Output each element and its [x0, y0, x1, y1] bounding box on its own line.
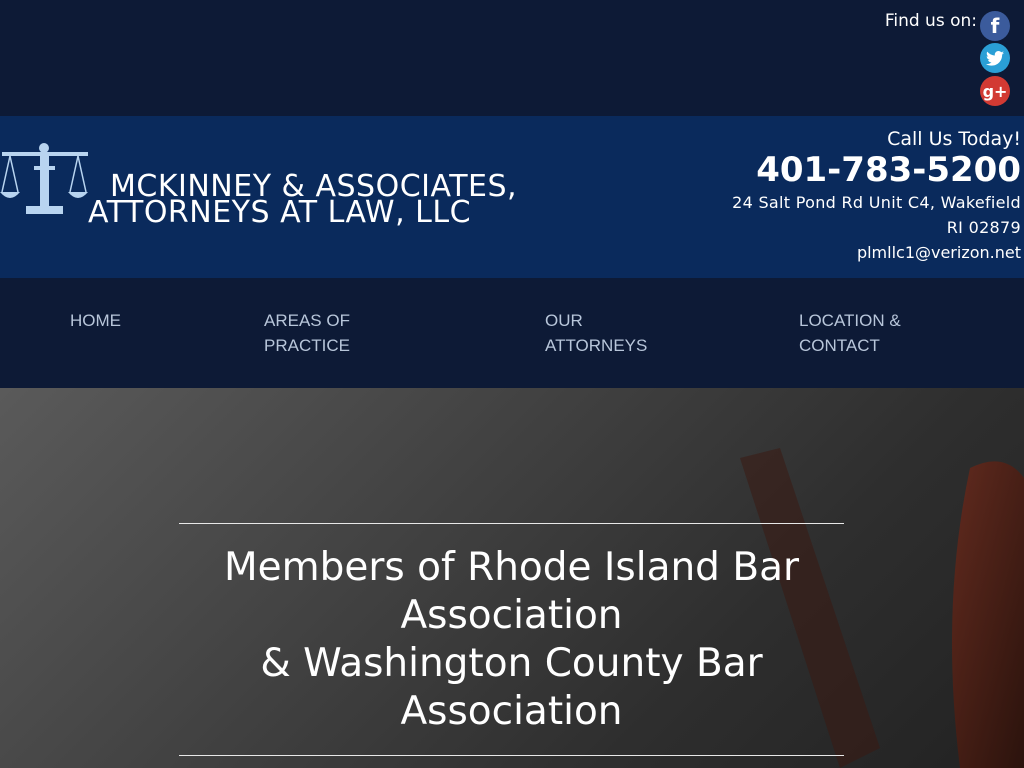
facebook-icon[interactable]: f — [980, 11, 1010, 41]
divider-top — [179, 523, 844, 524]
google-plus-icon[interactable]: g+ — [980, 76, 1010, 106]
divider-bottom — [179, 755, 844, 756]
address-line1: 24 Salt Pond Rd Unit C4, Wakefield — [732, 193, 1021, 212]
phone-number[interactable]: 401-783-5200 — [732, 150, 1021, 190]
hero-tagline-line3: & Washington County Bar — [260, 641, 763, 686]
nav-attorneys-label-line2: ATTORNEYS — [545, 336, 648, 355]
firm-name[interactable]: MCKINNEY & ASSOCIATES, ATTORNEYS AT LAW,… — [88, 172, 517, 230]
nav-home-label: HOME — [70, 311, 121, 330]
find-us-label: Find us on: — [884, 11, 977, 31]
hero-banner: Members of Rhode Island Bar Association … — [0, 388, 1024, 768]
top-bar: Find us on: f g+ — [0, 0, 1024, 116]
hero-tagline-line4: Association — [400, 689, 623, 734]
gavel-image — [952, 461, 1024, 768]
nav-our-attorneys[interactable]: OUR ATTORNEYS — [545, 308, 647, 358]
address-line2: RI 02879 — [946, 218, 1021, 237]
contact-block: Call Us Today! 401-783-5200 24 Salt Pond… — [732, 128, 1021, 265]
hero-tagline: Members of Rhode Island Bar Association … — [179, 544, 844, 736]
main-nav: HOME AREAS OF PRACTICE OUR ATTORNEYS LOC… — [0, 278, 1024, 388]
nav-location-contact[interactable]: LOCATION & CONTACT — [799, 308, 901, 358]
call-us-label: Call Us Today! — [887, 128, 1021, 150]
nav-areas-label-line1: AREAS OF — [264, 311, 350, 330]
firm-name-line2: ATTORNEYS AT LAW, LLC — [88, 195, 472, 230]
site-header: MCKINNEY & ASSOCIATES, ATTORNEYS AT LAW,… — [0, 116, 1024, 278]
hero-tagline-line1: Members of Rhode Island Bar — [223, 545, 800, 590]
nav-home[interactable]: HOME — [70, 308, 121, 333]
nav-location-label-line1: LOCATION & — [799, 311, 901, 330]
email-link[interactable]: plmllc1@verizon.net — [732, 240, 1021, 265]
nav-attorneys-label-line1: OUR — [545, 311, 583, 330]
twitter-icon[interactable] — [980, 43, 1010, 73]
scales-of-justice-icon[interactable] — [0, 142, 92, 222]
hero-tagline-line2: Association — [400, 593, 623, 638]
nav-location-label-line2: CONTACT — [799, 336, 880, 355]
nav-areas-label-line2: PRACTICE — [264, 336, 350, 355]
nav-areas-of-practice[interactable]: AREAS OF PRACTICE — [264, 308, 350, 358]
